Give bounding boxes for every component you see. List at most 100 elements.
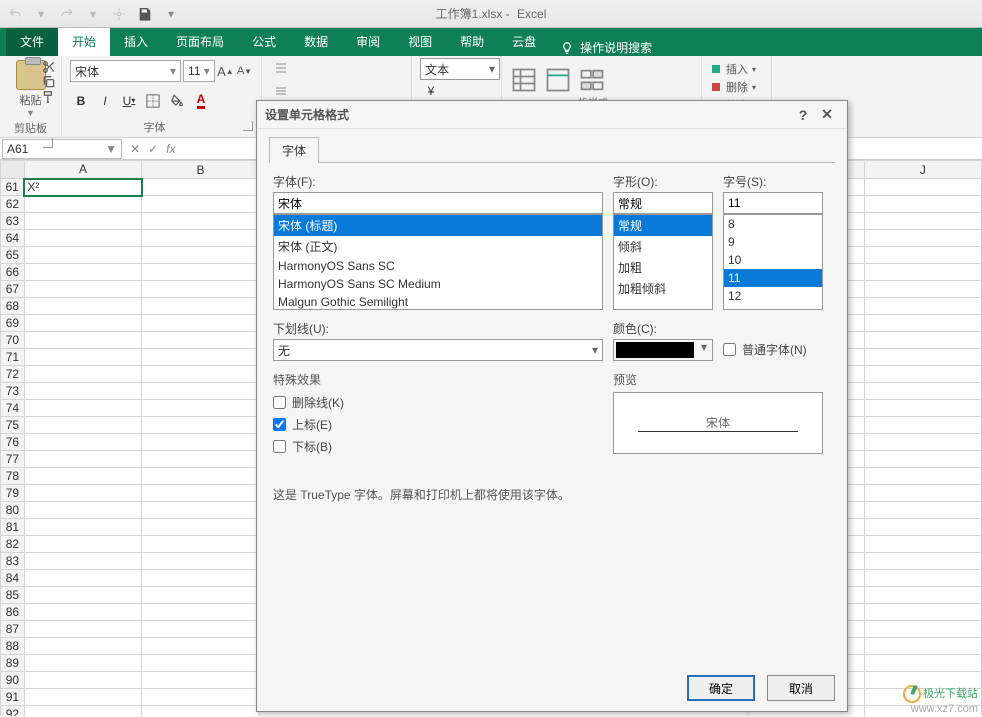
- list-item[interactable]: 常规: [614, 215, 712, 236]
- cell[interactable]: [142, 485, 259, 502]
- tab-formula[interactable]: 公式: [238, 27, 290, 56]
- size-input[interactable]: [723, 192, 823, 214]
- cell[interactable]: [24, 638, 142, 655]
- row-header[interactable]: 67: [1, 281, 25, 298]
- cell[interactable]: [142, 638, 259, 655]
- cell[interactable]: [24, 349, 142, 366]
- format-painter-icon[interactable]: [42, 90, 56, 104]
- cell[interactable]: [24, 655, 142, 672]
- cell[interactable]: [142, 672, 259, 689]
- cell[interactable]: [864, 400, 981, 417]
- cancel-button[interactable]: 取消: [767, 675, 835, 701]
- size-listbox[interactable]: 8910111214: [723, 214, 823, 310]
- row-header[interactable]: 73: [1, 383, 25, 400]
- font-size-selector[interactable]: 11▾: [183, 60, 215, 82]
- cell[interactable]: [864, 519, 981, 536]
- row-header[interactable]: 85: [1, 587, 25, 604]
- style-input[interactable]: [613, 192, 713, 214]
- cell[interactable]: [24, 230, 142, 247]
- fx-icon[interactable]: fx: [166, 142, 175, 156]
- align-middle-icon[interactable]: [270, 80, 292, 102]
- column-header[interactable]: B: [142, 161, 259, 179]
- increase-font-icon[interactable]: A▲: [217, 60, 234, 82]
- delete-cells-button[interactable]: 删除▾: [710, 78, 763, 96]
- normal-font-checkbox-input[interactable]: [723, 343, 736, 356]
- decrease-font-icon[interactable]: A▼: [236, 60, 253, 82]
- cell[interactable]: [142, 179, 259, 196]
- cell[interactable]: [864, 213, 981, 230]
- cell[interactable]: [24, 264, 142, 281]
- cut-icon[interactable]: [42, 60, 56, 74]
- row-header[interactable]: 72: [1, 366, 25, 383]
- cell[interactable]: [24, 383, 142, 400]
- cell[interactable]: [864, 587, 981, 604]
- row-header[interactable]: 69: [1, 315, 25, 332]
- color-dropdown[interactable]: ▾: [613, 339, 713, 361]
- row-header[interactable]: 87: [1, 621, 25, 638]
- cell[interactable]: [864, 468, 981, 485]
- row-header[interactable]: 71: [1, 349, 25, 366]
- cancel-formula-icon[interactable]: ✕: [130, 142, 140, 156]
- tab-help[interactable]: 帮助: [446, 27, 498, 56]
- list-item[interactable]: 14: [724, 305, 822, 310]
- ok-button[interactable]: 确定: [687, 675, 755, 701]
- tab-view[interactable]: 视图: [394, 27, 446, 56]
- row-header[interactable]: 63: [1, 213, 25, 230]
- row-header[interactable]: 66: [1, 264, 25, 281]
- row-header[interactable]: 90: [1, 672, 25, 689]
- row-header[interactable]: 84: [1, 570, 25, 587]
- cell[interactable]: [864, 281, 981, 298]
- row-header[interactable]: 68: [1, 298, 25, 315]
- list-item[interactable]: HarmonyOS Sans SC: [274, 257, 602, 275]
- border-button[interactable]: [142, 90, 164, 112]
- cell[interactable]: [864, 604, 981, 621]
- number-format-selector[interactable]: 文本: [420, 58, 500, 80]
- cell[interactable]: [142, 553, 259, 570]
- currency-icon[interactable]: ¥: [420, 80, 442, 102]
- cell[interactable]: [864, 196, 981, 213]
- cell[interactable]: [142, 570, 259, 587]
- row-header[interactable]: 82: [1, 536, 25, 553]
- cell[interactable]: [24, 485, 142, 502]
- cell[interactable]: [142, 196, 259, 213]
- cell[interactable]: [142, 655, 259, 672]
- tab-file[interactable]: 文件: [6, 27, 58, 56]
- cell[interactable]: [864, 485, 981, 502]
- cell[interactable]: [24, 298, 142, 315]
- cell[interactable]: [142, 366, 259, 383]
- underline-dropdown[interactable]: 无: [273, 339, 603, 361]
- dialog-tab-font[interactable]: 字体: [269, 137, 319, 163]
- style-listbox[interactable]: 常规倾斜加粗加粗倾斜: [613, 214, 713, 310]
- font-listbox[interactable]: 宋体 (标题)宋体 (正文)HarmonyOS Sans SCHarmonyOS…: [273, 214, 603, 310]
- qat-customize-icon[interactable]: ▾: [162, 5, 180, 23]
- row-header[interactable]: 81: [1, 519, 25, 536]
- normal-font-checkbox[interactable]: 普通字体(N): [723, 339, 823, 359]
- row-header[interactable]: 88: [1, 638, 25, 655]
- cell[interactable]: [864, 230, 981, 247]
- strikethrough-checkbox-input[interactable]: [273, 396, 286, 409]
- list-item[interactable]: 倾斜: [614, 236, 712, 257]
- tab-data[interactable]: 数据: [290, 27, 342, 56]
- subscript-checkbox-input[interactable]: [273, 440, 286, 453]
- align-top-icon[interactable]: [270, 58, 292, 80]
- row-header[interactable]: 75: [1, 417, 25, 434]
- cell[interactable]: [24, 366, 142, 383]
- cell[interactable]: [864, 264, 981, 281]
- cell[interactable]: [864, 349, 981, 366]
- cell[interactable]: [864, 621, 981, 638]
- name-box-dropdown-icon[interactable]: ▼: [105, 142, 117, 156]
- paste-dropdown-icon[interactable]: ▼: [26, 108, 35, 118]
- superscript-checkbox[interactable]: 上标(E): [273, 414, 603, 434]
- cell[interactable]: [24, 553, 142, 570]
- save-icon[interactable]: [136, 5, 154, 23]
- row-header[interactable]: 76: [1, 434, 25, 451]
- cell[interactable]: [864, 383, 981, 400]
- list-item[interactable]: 12: [724, 287, 822, 305]
- row-header[interactable]: 89: [1, 655, 25, 672]
- list-item[interactable]: 8: [724, 215, 822, 233]
- cell[interactable]: [864, 179, 981, 196]
- cell[interactable]: [24, 536, 142, 553]
- cell[interactable]: [864, 298, 981, 315]
- cell[interactable]: [864, 332, 981, 349]
- cell[interactable]: [864, 247, 981, 264]
